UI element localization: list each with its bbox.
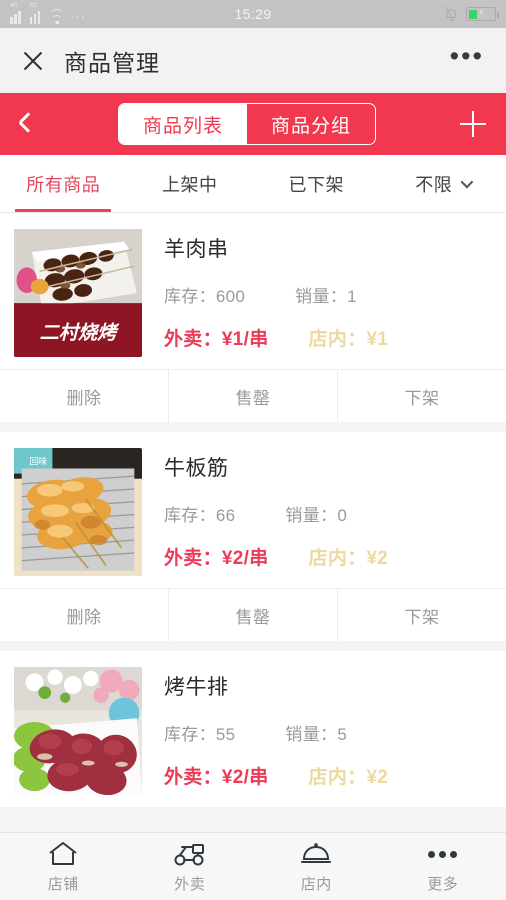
bottom-tab-bar: 店铺 外卖 店内 更多 xyxy=(0,832,506,900)
tab-on-shelf[interactable]: 上架中 xyxy=(127,155,254,212)
segmented-nav-bar: 商品列表 商品分组 xyxy=(0,93,506,155)
segmented-control: 商品列表 商品分组 xyxy=(118,103,376,145)
scooter-icon xyxy=(173,839,207,869)
sold-out-button[interactable]: 售罄 xyxy=(168,370,337,422)
product-info: 牛板筋 库存：66 销量：0 外卖：¥2/串 店内：¥2 xyxy=(142,448,492,576)
stock-label: 库存：66 xyxy=(164,506,236,525)
product-prices: 外卖：¥2/串 店内：¥2 xyxy=(164,762,492,789)
battery-charging-icon: ⚡ xyxy=(466,7,499,21)
segment-product-list[interactable]: 商品列表 xyxy=(119,104,247,144)
stock-label: 库存：600 xyxy=(164,287,246,306)
svg-text:二村烧烤: 二村烧烤 xyxy=(40,321,121,344)
more-dots-icon xyxy=(428,839,458,869)
product-stats: 库存：55 销量：5 xyxy=(164,720,492,745)
takeout-price: 外卖：¥2/串 xyxy=(164,548,269,569)
product-row[interactable]: 回味 牛板筋 库存：66 销量：0 外卖：¥2/串 店内：¥2 xyxy=(0,432,506,588)
back-chevron-icon[interactable] xyxy=(19,112,34,133)
sales-label: 销量：0 xyxy=(285,506,348,525)
product-card[interactable]: 烤牛排 库存：55 销量：5 外卖：¥2/串 店内：¥2 xyxy=(0,651,506,807)
instore-price: 店内：¥2 xyxy=(308,767,389,788)
tab-all-products[interactable]: 所有商品 xyxy=(0,155,127,212)
product-stats: 库存：600 销量：1 xyxy=(164,282,492,307)
bell-muted-icon xyxy=(444,6,458,21)
sold-out-button[interactable]: 售罄 xyxy=(168,589,337,641)
status-bar-right-icons: ⚡ xyxy=(444,6,499,21)
status-bar: 4G 3G ··· 15:29 ⚡ xyxy=(0,0,506,28)
unlist-button[interactable]: 下架 xyxy=(337,589,506,641)
product-info: 烤牛排 库存：55 销量：5 外卖：¥2/串 店内：¥2 xyxy=(142,667,492,795)
sales-label: 销量：1 xyxy=(295,287,357,306)
page-title: 商品管理 xyxy=(64,49,160,76)
segment-product-group[interactable]: 商品分组 xyxy=(247,104,375,144)
tab-on-shelf-label: 上架中 xyxy=(162,174,218,195)
product-card[interactable]: 二村烧烤 羊肉串 库存：600 销量：1 外卖：¥1/串 店内：¥1 删除 售罄… xyxy=(0,213,506,422)
instore-price: 店内：¥2 xyxy=(308,548,389,569)
product-card[interactable]: 回味 牛板筋 库存：66 销量：0 外卖：¥2/串 店内：¥2 删除 售罄 下架 xyxy=(0,432,506,641)
filter-tab-bar: 所有商品 上架中 已下架 不限 xyxy=(0,155,506,213)
tabbar-item-shop[interactable]: 店铺 xyxy=(0,839,127,894)
delete-button[interactable]: 删除 xyxy=(0,589,168,641)
grilled-beef-tendon-photo[interactable]: 回味 xyxy=(14,448,142,576)
stock-label: 库存：55 xyxy=(164,725,236,744)
chevron-down-icon xyxy=(460,175,474,189)
tab-off-shelf-label: 已下架 xyxy=(288,174,344,195)
product-prices: 外卖：¥1/串 店内：¥1 xyxy=(164,324,492,351)
tabbar-item-instore[interactable]: 店内 xyxy=(253,839,380,894)
add-product-icon[interactable] xyxy=(460,111,486,137)
app-title-bar: 商品管理 ••• xyxy=(0,28,506,93)
tabbar-label-more: 更多 xyxy=(427,876,459,893)
takeout-price: 外卖：¥1/串 xyxy=(164,329,269,350)
raw-beef-steak-photo[interactable] xyxy=(14,667,142,795)
delete-button[interactable]: 删除 xyxy=(0,370,168,422)
product-info: 羊肉串 库存：600 销量：1 外卖：¥1/串 店内：¥1 xyxy=(142,229,492,357)
unlist-button[interactable]: 下架 xyxy=(337,370,506,422)
product-name: 羊肉串 xyxy=(164,238,229,261)
sales-label: 销量：5 xyxy=(285,725,348,744)
tabbar-label-instore: 店内 xyxy=(300,876,332,893)
product-name: 烤牛排 xyxy=(164,676,229,699)
tabbar-label-shop: 店铺 xyxy=(47,876,79,893)
tab-all-products-label: 所有商品 xyxy=(26,174,101,195)
tab-unlimited-label: 不限 xyxy=(415,174,453,195)
tabbar-label-takeout: 外卖 xyxy=(174,876,206,893)
status-bar-clock: 15:29 xyxy=(234,6,272,22)
tabbar-item-more[interactable]: 更多 xyxy=(380,839,506,894)
lamb-skewers-photo[interactable]: 二村烧烤 xyxy=(14,229,142,357)
product-stats: 库存：66 销量：0 xyxy=(164,501,492,526)
product-row[interactable]: 烤牛排 库存：55 销量：5 外卖：¥2/串 店内：¥2 xyxy=(0,651,506,807)
svg-text:回味: 回味 xyxy=(29,456,47,468)
house-icon xyxy=(48,839,78,869)
tabbar-item-takeout[interactable]: 外卖 xyxy=(127,839,254,894)
charging-bolt-icon: ⚡ xyxy=(478,8,486,19)
tab-off-shelf[interactable]: 已下架 xyxy=(253,155,380,212)
food-cloche-icon xyxy=(300,839,332,869)
product-actions: 删除 售罄 下架 xyxy=(0,588,506,641)
product-name: 牛板筋 xyxy=(164,457,229,480)
product-list: 二村烧烤 羊肉串 库存：600 销量：1 外卖：¥1/串 店内：¥1 删除 售罄… xyxy=(0,213,506,807)
tab-unlimited-dropdown[interactable]: 不限 xyxy=(380,155,506,212)
takeout-price: 外卖：¥2/串 xyxy=(164,767,269,788)
instore-price: 店内：¥1 xyxy=(308,329,389,350)
close-icon[interactable] xyxy=(22,50,44,72)
more-options-icon[interactable]: ••• xyxy=(450,43,484,71)
product-row[interactable]: 二村烧烤 羊肉串 库存：600 销量：1 外卖：¥1/串 店内：¥1 xyxy=(0,213,506,369)
product-actions: 删除 售罄 下架 xyxy=(0,369,506,422)
product-prices: 外卖：¥2/串 店内：¥2 xyxy=(164,543,492,570)
